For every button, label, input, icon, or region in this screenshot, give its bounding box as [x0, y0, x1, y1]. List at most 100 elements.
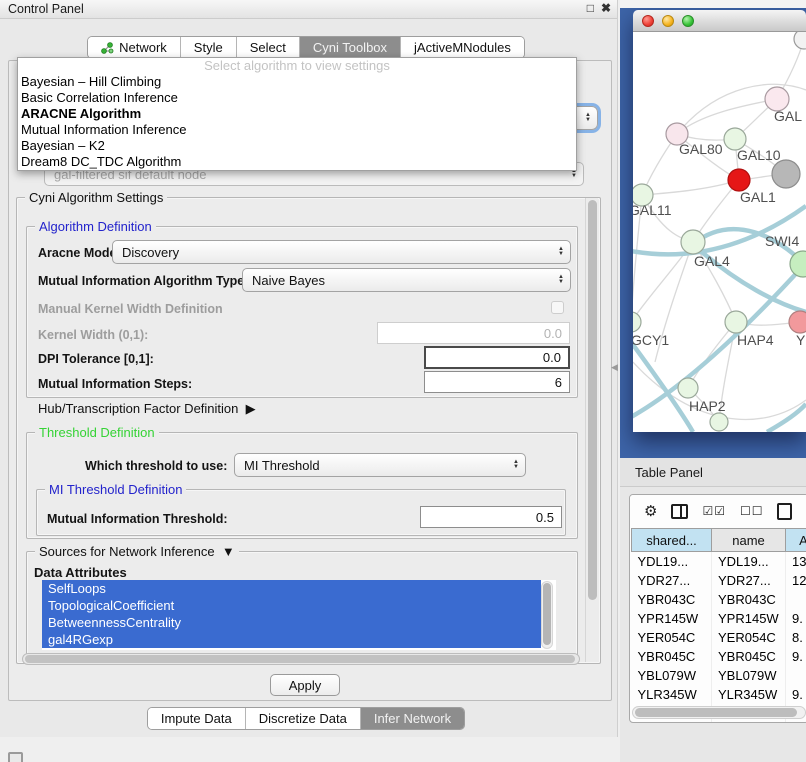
manual-kernel-checkbox[interactable]: [551, 301, 564, 314]
graph-node-hap4[interactable]: [725, 311, 747, 333]
mi-type-combobox[interactable]: Naive Bayes ▲▼: [242, 268, 571, 292]
table-toolbar: ⚙ ☑☑ ☐☐: [630, 495, 806, 527]
dropdown-item[interactable]: Bayesian – K2: [18, 138, 576, 154]
network-canvas[interactable]: GALGAL80GAL10GAL1GAL11GAL4SWI4GCY1HAP4YH…: [633, 32, 806, 432]
table-cell: YPR145W: [632, 609, 712, 628]
network-window[interactable]: GALGAL80GAL10GAL1GAL11GAL4SWI4GCY1HAP4YH…: [633, 10, 806, 432]
settings-vertical-scrollbar[interactable]: [585, 198, 598, 662]
column-header-shared[interactable]: shared...: [632, 529, 712, 552]
which-threshold-combobox[interactable]: MI Threshold ▲▼: [234, 453, 526, 477]
table-panel-dock: Table Panel ⚙ ☑☑ ☐☐ shared... name: [620, 458, 806, 762]
attribute-list-scrollbar[interactable]: [541, 581, 553, 649]
tab-discretize-data[interactable]: Discretize Data: [246, 708, 361, 729]
bottom-tabbar: Impute Data Discretize Data Infer Networ…: [0, 707, 612, 730]
dpi-tolerance-field[interactable]: 0.0: [424, 346, 570, 369]
dpi-tolerance-label: DPI Tolerance [0,1]:: [38, 352, 154, 366]
tab-select[interactable]: Select: [237, 37, 300, 58]
graph-node-gal1[interactable]: [728, 169, 750, 191]
table-row[interactable]: YPR145WYPR145W9.: [632, 609, 806, 628]
table-row[interactable]: YBR043CYBR043C: [632, 590, 806, 609]
mi-steps-field[interactable]: 6: [424, 371, 570, 393]
zoom-window-icon[interactable]: [682, 15, 694, 27]
table-cell: YLR345W: [712, 685, 786, 704]
tab-style[interactable]: Style: [181, 37, 237, 58]
graph-node-label: GAL4: [694, 253, 730, 269]
table-row[interactable]: YDR27...YDR27...12: [632, 571, 806, 590]
dropdown-item[interactable]: Bayesian – Hill Climbing: [18, 74, 576, 90]
tab-jactivemnodules[interactable]: jActiveMNodules: [401, 37, 524, 58]
graph-node-label: HAP2: [689, 398, 726, 414]
graph-node[interactable]: [710, 413, 728, 431]
deselect-columns-icon[interactable]: ☐☐: [740, 505, 764, 517]
table-cell: 12: [786, 571, 806, 590]
graph-node-label: GCY1: [633, 332, 669, 348]
tab-cyni-toolbox[interactable]: Cyni Toolbox: [300, 37, 401, 58]
select-columns-icon[interactable]: ☑☑: [702, 505, 726, 517]
minimize-window-icon[interactable]: [662, 15, 674, 27]
collapse-arrow-icon: ▼: [222, 544, 235, 559]
gear-icon[interactable]: ⚙: [644, 504, 657, 519]
table-cell: YBR045C: [712, 647, 786, 666]
mi-steps-label: Mutual Information Steps:: [38, 377, 192, 391]
tab-impute-data[interactable]: Impute Data: [148, 708, 246, 729]
float-icon[interactable]: □: [587, 1, 594, 15]
tab-network[interactable]: Network: [88, 37, 181, 58]
graph-node[interactable]: [772, 160, 800, 188]
close-icon[interactable]: ✖: [601, 1, 611, 15]
dropdown-item[interactable]: Basic Correlation Inference: [18, 90, 576, 106]
network-window-titlebar[interactable]: [633, 10, 806, 32]
dropdown-item-selected[interactable]: ARACNE Algorithm: [18, 106, 576, 122]
table-horizontal-scrollbar[interactable]: [632, 706, 806, 719]
dropdown-item[interactable]: Dream8 DC_TDC Algorithm: [18, 154, 576, 170]
table-row[interactable]: YLR345WYLR345W9.: [632, 685, 806, 704]
attribute-item-selected[interactable]: gal4RGexp: [42, 631, 541, 648]
node-table: shared... name A YDL19...YDL19...13YDR27…: [631, 528, 806, 723]
table-cell: 9.: [786, 609, 806, 628]
graph-node-y[interactable]: [789, 311, 806, 333]
table-row[interactable]: YER054CYER054C8.: [632, 628, 806, 647]
column-header-name[interactable]: name: [712, 529, 786, 552]
attribute-item-selected[interactable]: SelfLoops: [42, 580, 541, 597]
table-cell: 13: [786, 552, 806, 571]
minimized-panel-icon[interactable]: [8, 752, 23, 762]
graph-node-gal4[interactable]: [681, 230, 705, 254]
graph-node-hap2[interactable]: [678, 378, 698, 398]
control-panel-titlebar[interactable]: Control Panel □ ✖: [0, 0, 617, 19]
settings-horizontal-scrollbar[interactable]: [22, 653, 580, 665]
close-window-icon[interactable]: [642, 15, 654, 27]
table-cell: YDL19...: [712, 552, 786, 571]
dropdown-item[interactable]: Mutual Information Inference: [18, 122, 576, 138]
aracne-mode-value: Discovery: [122, 245, 179, 260]
sources-group-title[interactable]: Sources for Network Inference ▼: [35, 544, 239, 559]
mi-threshold-field[interactable]: 0.5: [420, 506, 562, 528]
combo-arrows-icon: ▲▼: [585, 113, 591, 123]
dropdown-hint: Select algorithm to view settings: [18, 58, 576, 74]
table-row[interactable]: YBL079WYBL079W: [632, 666, 806, 685]
combo-arrows-icon: ▲▼: [558, 247, 564, 257]
graph-node[interactable]: [794, 32, 806, 49]
table-cell: YLR345W: [632, 685, 712, 704]
split-view-icon[interactable]: [671, 504, 688, 519]
right-area: GALGAL80GAL10GAL1GAL11GAL4SWI4GCY1HAP4YH…: [620, 0, 806, 762]
new-table-icon[interactable]: [777, 503, 792, 520]
graph-node-gcy1[interactable]: [633, 312, 641, 332]
table-row[interactable]: YDL19...YDL19...13: [632, 552, 806, 571]
column-header-partial[interactable]: A: [786, 529, 806, 552]
hub-definition-toggle[interactable]: Hub/Transcription Factor Definition ▶: [38, 401, 256, 417]
table-row[interactable]: YBR045CYBR045C9.: [632, 647, 806, 666]
kernel-width-field[interactable]: 0.0: [377, 322, 570, 344]
manual-kernel-label: Manual Kernel Width Definition: [38, 302, 223, 316]
group-title: Algorithm Definition: [35, 219, 156, 234]
algorithm-dropdown-list: Select algorithm to view settings Bayesi…: [17, 57, 577, 171]
graph-node-label: GAL10: [737, 147, 781, 163]
tab-infer-network[interactable]: Infer Network: [361, 708, 464, 729]
split-collapse-icon[interactable]: ◀: [611, 362, 618, 373]
which-threshold-label: Which threshold to use:: [85, 459, 227, 473]
apply-button[interactable]: Apply: [270, 674, 340, 696]
attribute-item-selected[interactable]: TopologicalCoefficient: [42, 597, 541, 614]
attribute-item-selected[interactable]: BetweennessCentrality: [42, 614, 541, 631]
table-window: ⚙ ☑☑ ☐☐ shared... name A YDL: [629, 494, 806, 723]
aracne-mode-combobox[interactable]: Discovery ▲▼: [112, 240, 571, 264]
mi-type-value: Naive Bayes: [252, 273, 325, 288]
table-cell: YBL079W: [632, 666, 712, 685]
